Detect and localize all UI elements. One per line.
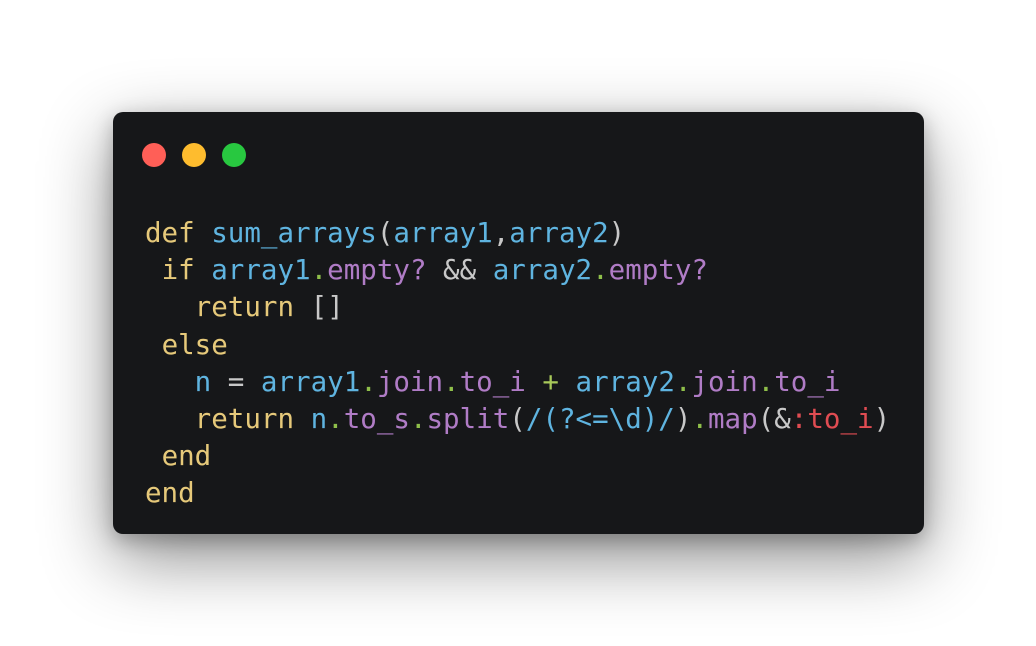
code-token: split	[426, 402, 510, 435]
code-token: []	[294, 291, 344, 324]
code-token: :to_i	[790, 402, 874, 435]
code-token: )	[873, 402, 891, 435]
code-token: n	[194, 365, 212, 398]
code-token: /(?<=\d)/	[525, 402, 675, 435]
code-token: =	[211, 365, 261, 398]
code-token: (&	[757, 402, 791, 435]
code-block: def sum_arrays(array1,array2) if array1.…	[145, 215, 890, 513]
code-token: .	[327, 402, 344, 435]
code-token: n	[310, 402, 328, 435]
code-line: else	[145, 327, 890, 364]
code-token: return	[194, 402, 295, 435]
code-token: .	[443, 365, 460, 398]
code-line: end	[145, 475, 890, 512]
code-line: return n.to_s.split(/(?<=\d)/).map(&:to_…	[145, 401, 890, 438]
code-token: end	[145, 477, 195, 510]
code-token: join	[376, 365, 444, 398]
code-token: .	[310, 254, 328, 287]
code-token: end	[161, 440, 212, 473]
code-token: +	[542, 365, 559, 398]
code-line: if array1.empty? && array2.empty?	[145, 252, 890, 289]
code-token: .	[691, 402, 708, 435]
close-button[interactable]	[142, 143, 166, 167]
code-line: end	[145, 438, 890, 475]
code-token: )	[674, 402, 692, 435]
code-token: array1	[260, 365, 361, 398]
code-token: join	[691, 365, 758, 398]
code-token: to_i	[459, 365, 526, 398]
code-token: ,	[492, 217, 510, 249]
code-token: )	[608, 217, 626, 249]
code-token: empty?	[327, 254, 427, 287]
zoom-button[interactable]	[222, 143, 246, 167]
code-token: empty?	[608, 254, 708, 287]
code-line: return []	[145, 289, 890, 326]
code-token: array1	[211, 254, 311, 287]
code-token: (	[509, 402, 526, 435]
code-token: return	[194, 291, 295, 324]
code-token: &&	[426, 254, 493, 287]
code-token: .	[409, 402, 427, 435]
code-token: (	[376, 217, 394, 249]
code-line: def sum_arrays(array1,array2)	[145, 215, 890, 252]
code-token: .	[674, 365, 692, 398]
code-window: def sum_arrays(array1,array2) if array1.…	[113, 112, 924, 534]
code-token: array1	[393, 217, 493, 249]
code-token: array2	[492, 254, 593, 287]
code-token: map	[708, 402, 758, 435]
code-token: array2	[509, 217, 609, 249]
code-token: def	[145, 217, 195, 249]
code-token: if	[161, 254, 195, 287]
code-token: .	[592, 254, 609, 287]
code-token: .	[757, 365, 775, 398]
code-token: else	[161, 328, 228, 361]
code-token: to_i	[774, 365, 841, 398]
code-token: sum_arrays	[211, 217, 377, 249]
minimize-button[interactable]	[182, 143, 206, 167]
code-token: to_s	[343, 402, 410, 435]
code-token: .	[360, 365, 377, 398]
code-line: n = array1.join.to_i + array2.join.to_i	[145, 364, 890, 401]
code-token: array2	[575, 365, 675, 398]
